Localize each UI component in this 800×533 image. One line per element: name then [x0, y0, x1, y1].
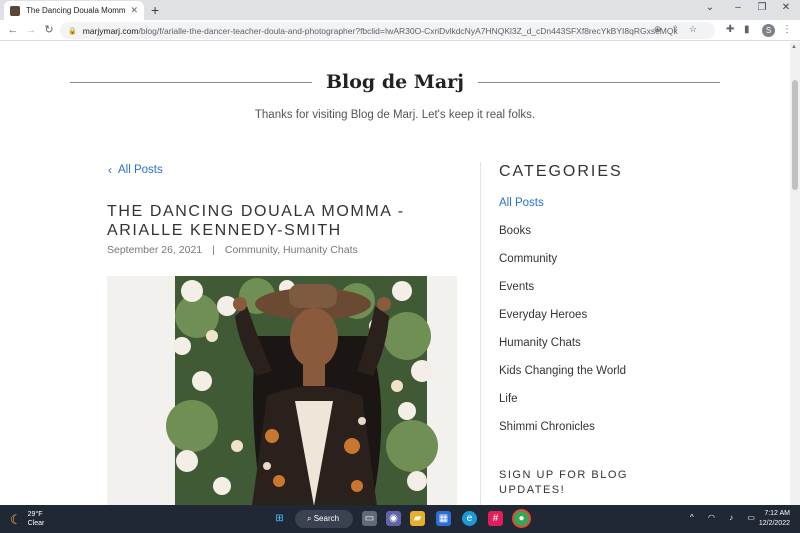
browser-toolbar: ← → ↻ 🔒 marjymarj.com/blog/f/arialle-the…: [0, 20, 800, 41]
back-arrow-icon[interactable]: ←: [6, 23, 20, 37]
post-meta: September 26, 2021 | Community, Humanity C…: [107, 244, 358, 256]
menu-kebab-icon[interactable]: ⋮: [782, 24, 792, 35]
signup-heading: SIGN UP FOR BLOG UPDATES!: [499, 469, 628, 496]
omnibox-action-icons[interactable]: ⊕⇪☆: [654, 24, 707, 35]
slack-icon[interactable]: #: [488, 511, 503, 526]
address-bar[interactable]: 🔒 marjymarj.com/blog/f/arialle-the-dance…: [60, 22, 715, 39]
post-date: September 26, 2021: [107, 244, 203, 256]
header-rule-left: [70, 81, 312, 83]
system-tray-icons[interactable]: ^ ◠ ♪ ▭: [690, 513, 761, 522]
scroll-up-icon[interactable]: ▲: [791, 44, 797, 50]
clock-time: 7:12 AM: [764, 510, 790, 517]
weather-temp: 29°F: [27, 511, 43, 518]
taskbar-clock[interactable]: 7:12 AM 12/2/2022: [752, 509, 790, 529]
scrollbar-thumb[interactable]: [792, 80, 798, 190]
categories-list: All Posts Books Community Events Everyda…: [499, 196, 626, 448]
category-books[interactable]: Books: [499, 224, 626, 252]
meta-separator: |: [212, 244, 215, 256]
url-host: marjymarj.com: [82, 25, 139, 36]
category-community[interactable]: Community: [499, 252, 626, 280]
sidebar-divider: [480, 162, 481, 505]
side-panel-icon[interactable]: ▮: [744, 24, 750, 35]
task-view-icon[interactable]: ▭: [362, 511, 377, 526]
microsoft-store-icon[interactable]: ▦: [436, 511, 451, 526]
taskbar-search-label: Search: [313, 514, 340, 523]
moon-icon: ☾: [10, 511, 22, 527]
file-explorer-icon[interactable]: ▰: [410, 511, 425, 526]
lock-icon: 🔒: [68, 27, 77, 35]
page-scrollbar[interactable]: ▲: [790, 42, 800, 505]
forward-arrow-icon[interactable]: →: [24, 23, 38, 37]
post-hero-image: [107, 276, 457, 505]
windows-start-icon[interactable]: ⊞: [272, 511, 287, 526]
post-categories-link[interactable]: Community, Humanity Chats: [225, 244, 358, 256]
clock-date: 12/2/2022: [758, 520, 790, 527]
tab-strip: The Dancing Douala Momma - A ✕ + ⌄ – ❐ ✕: [0, 0, 800, 20]
header-rule-right: [478, 81, 721, 83]
blog-header: Blog de Marj: [70, 66, 721, 98]
maximize-button[interactable]: ❐: [752, 2, 772, 13]
category-humanity-chats[interactable]: Humanity Chats: [499, 336, 626, 364]
tab-title: The Dancing Douala Momma - A: [26, 6, 126, 15]
category-life[interactable]: Life: [499, 392, 626, 420]
tab-search-icon[interactable]: ⌄: [700, 2, 720, 13]
chrome-icon[interactable]: ●: [514, 511, 529, 526]
taskbar-search[interactable]: ⌕ Search: [295, 510, 353, 528]
category-events[interactable]: Events: [499, 280, 626, 308]
category-shimmi-chronicles[interactable]: Shimmi Chronicles: [499, 420, 626, 448]
edge-browser-icon[interactable]: e: [462, 511, 477, 526]
minimize-button[interactable]: –: [728, 2, 748, 13]
teams-chat-icon[interactable]: ◉: [386, 511, 401, 526]
close-tab-icon[interactable]: ✕: [130, 5, 138, 16]
reload-icon[interactable]: ↻: [42, 23, 56, 37]
weather-widget[interactable]: ☾ 29°F Clear: [10, 510, 44, 528]
all-posts-back-link[interactable]: ‹ All Posts: [108, 163, 163, 177]
taskbar: ☾ 29°F Clear ⊞ ⌕ Search ▭ ◉ ▰ ▦ e # ● ^ …: [0, 505, 800, 533]
category-all-posts[interactable]: All Posts: [499, 196, 626, 224]
new-tab-button[interactable]: +: [151, 2, 159, 18]
chevron-left-icon: ‹: [108, 163, 112, 177]
profile-avatar[interactable]: S: [762, 24, 775, 37]
blog-title[interactable]: Blog de Marj: [312, 71, 478, 93]
post-title: THE DANCING DOUALA MOMMA - ARIALLE KENNE…: [107, 203, 405, 239]
back-link-label: All Posts: [118, 164, 163, 176]
extensions-icon[interactable]: ✚: [726, 24, 734, 35]
categories-heading: CATEGORIES: [499, 163, 623, 180]
blog-tagline: Thanks for visiting Blog de Marj. Let's …: [254, 109, 536, 121]
favicon-icon: [10, 5, 20, 16]
url-path: /blog/f/arialle-the-dancer-teacher-doula…: [138, 25, 678, 36]
portrait-photo: [107, 276, 457, 505]
weather-desc: Clear: [27, 520, 45, 527]
browser-tab[interactable]: The Dancing Douala Momma - A ✕: [4, 1, 144, 20]
category-everyday-heroes[interactable]: Everyday Heroes: [499, 308, 626, 336]
category-kids-changing-the-world[interactable]: Kids Changing the World: [499, 364, 626, 392]
close-window-button[interactable]: ✕: [776, 2, 796, 13]
web-page: Blog de Marj Thanks for visiting Blog de…: [0, 42, 790, 505]
